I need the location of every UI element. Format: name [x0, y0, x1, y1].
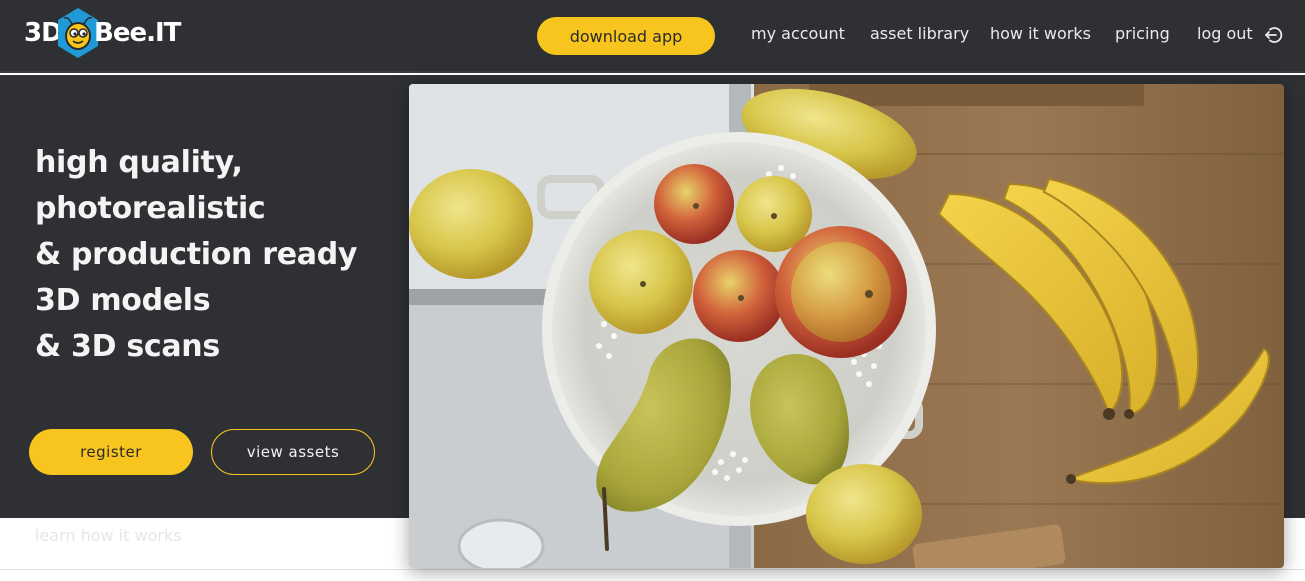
learn-how-it-works-link[interactable]: learn how it works	[35, 526, 182, 545]
nav-pricing[interactable]: pricing	[1115, 24, 1170, 43]
nav-log-out[interactable]: log out	[1197, 24, 1253, 43]
headline-line-2: photorealistic	[35, 191, 266, 226]
top-nav-bar: 3D Bee.IT download app my account asset …	[0, 0, 1305, 73]
headline-line-4: 3D models	[35, 283, 211, 318]
headline-line-1: high quality,	[35, 145, 243, 180]
hero-fruit-image	[409, 84, 1284, 568]
nav-how-it-works[interactable]: how it works	[990, 24, 1091, 43]
site-logo[interactable]: 3D Bee.IT	[24, 6, 184, 62]
fruit-still-life-image	[409, 84, 1284, 568]
register-button[interactable]: register	[29, 429, 193, 475]
headline-line-5: & 3D scans	[35, 329, 220, 364]
divider	[0, 569, 1305, 570]
nav-my-account[interactable]: my account	[751, 24, 845, 43]
download-app-button[interactable]: download app	[537, 17, 715, 55]
hero-headline: high quality, photorealistic & productio…	[35, 140, 395, 370]
view-assets-button[interactable]: view assets	[211, 429, 375, 475]
nav-asset-library[interactable]: asset library	[870, 24, 969, 43]
headline-line-3: & production ready	[35, 237, 358, 272]
logo-text-bee-it: Bee.IT	[94, 18, 181, 48]
landing-page: 3D Bee.IT download app my account asset …	[0, 0, 1305, 581]
logout-icon[interactable]	[1264, 25, 1284, 45]
